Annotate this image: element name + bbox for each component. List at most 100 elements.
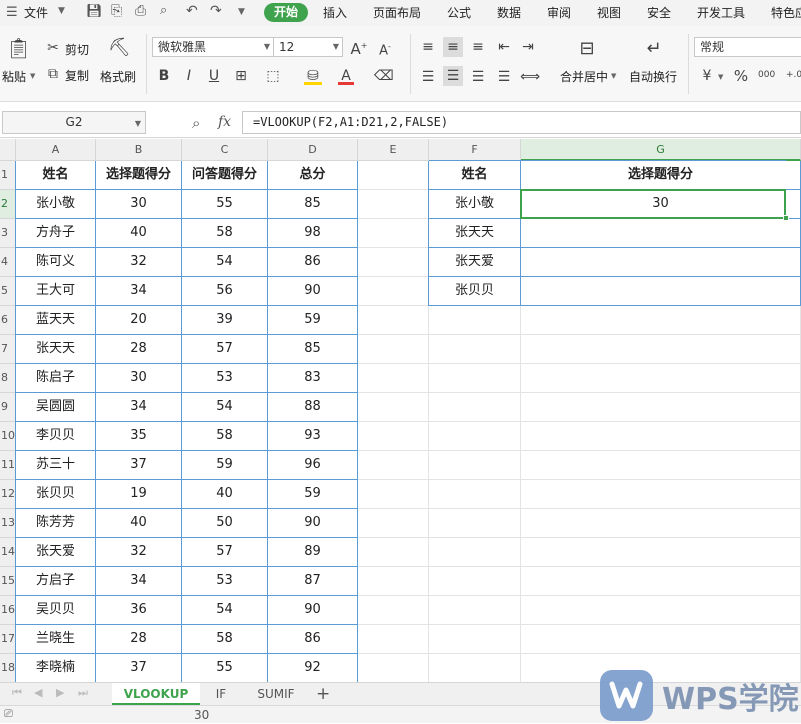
- chevron-down-icon[interactable]: ▼: [718, 73, 723, 81]
- next-sheet-icon[interactable]: ▶: [56, 686, 64, 699]
- cell-c5[interactable]: 56: [182, 277, 268, 306]
- row-header[interactable]: 2: [0, 190, 16, 219]
- underline-icon[interactable]: U: [206, 68, 222, 84]
- row-header[interactable]: 14: [0, 538, 16, 567]
- file-menu-icon[interactable]: ☰: [6, 5, 18, 20]
- decimal-increase-icon[interactable]: +.0: [786, 67, 801, 83]
- row-header[interactable]: 8: [0, 364, 16, 393]
- cell-f15[interactable]: [429, 567, 521, 596]
- row-header[interactable]: 6: [0, 306, 16, 335]
- cell-g9[interactable]: [521, 393, 801, 422]
- cell-d14[interactable]: 89: [268, 538, 358, 567]
- add-sheet-button[interactable]: +: [316, 683, 330, 705]
- tab-insert[interactable]: 插入: [323, 4, 347, 21]
- fx-icon[interactable]: fx: [218, 114, 231, 130]
- tab-home[interactable]: 开始: [264, 3, 308, 22]
- cell-d5[interactable]: 90: [268, 277, 358, 306]
- align-middle-icon[interactable]: ≡: [443, 37, 463, 57]
- undo-icon[interactable]: ↶: [186, 3, 198, 19]
- cell-g2[interactable]: 30: [521, 190, 801, 219]
- cell-b9[interactable]: 34: [96, 393, 182, 422]
- cell-f2[interactable]: 张小敬: [429, 190, 521, 219]
- cell-b6[interactable]: 20: [96, 306, 182, 335]
- zoom-search-icon[interactable]: ⌕: [192, 114, 200, 132]
- cell-d1[interactable]: 总分: [268, 161, 358, 190]
- row-header[interactable]: 3: [0, 219, 16, 248]
- border-icon[interactable]: ⊞: [232, 68, 250, 84]
- cell-d9[interactable]: 88: [268, 393, 358, 422]
- paste-button[interactable]: 📋︎ 粘贴 ▼: [2, 34, 36, 98]
- cell-c11[interactable]: 59: [182, 451, 268, 480]
- cell-e17[interactable]: [358, 625, 429, 654]
- cell-a17[interactable]: 兰晓生: [16, 625, 96, 654]
- cell-a5[interactable]: 王大可: [16, 277, 96, 306]
- cell-g14[interactable]: [521, 538, 801, 567]
- column-header-c[interactable]: C: [182, 139, 268, 161]
- column-header-f[interactable]: F: [429, 139, 521, 161]
- cell-f1[interactable]: 姓名: [429, 161, 521, 190]
- cell-d8[interactable]: 83: [268, 364, 358, 393]
- chevron-down-icon[interactable]: ▼: [238, 7, 245, 17]
- cell-g13[interactable]: [521, 509, 801, 538]
- column-header-e[interactable]: E: [358, 139, 429, 161]
- cell-g16[interactable]: [521, 596, 801, 625]
- cell-e7[interactable]: [358, 335, 429, 364]
- cell-d7[interactable]: 85: [268, 335, 358, 364]
- cell-d17[interactable]: 86: [268, 625, 358, 654]
- percent-icon[interactable]: %: [732, 68, 750, 84]
- cell-b13[interactable]: 40: [96, 509, 182, 538]
- cell-b4[interactable]: 32: [96, 248, 182, 277]
- cell-d3[interactable]: 98: [268, 219, 358, 248]
- row-header[interactable]: 4: [0, 248, 16, 277]
- row-header[interactable]: 7: [0, 335, 16, 364]
- fill-color-icon[interactable]: ⛁: [304, 68, 322, 85]
- cut-button[interactable]: ✂ 剪切: [46, 40, 96, 58]
- cell-g5[interactable]: [521, 277, 801, 306]
- cell-f13[interactable]: [429, 509, 521, 538]
- cell-a7[interactable]: 张天天: [16, 335, 96, 364]
- cell-b3[interactable]: 40: [96, 219, 182, 248]
- cell-g11[interactable]: [521, 451, 801, 480]
- distribute-icon[interactable]: ⟺: [520, 69, 540, 85]
- cell-c18[interactable]: 55: [182, 654, 268, 682]
- cell-c16[interactable]: 54: [182, 596, 268, 625]
- align-right-icon[interactable]: ☰: [470, 69, 486, 85]
- bold-icon[interactable]: B: [156, 68, 172, 84]
- cell-a10[interactable]: 李贝贝: [16, 422, 96, 451]
- print-preview-icon[interactable]: ⌕: [160, 3, 167, 18]
- cell-c8[interactable]: 53: [182, 364, 268, 393]
- row-header[interactable]: 15: [0, 567, 16, 596]
- cell-f3[interactable]: 张天天: [429, 219, 521, 248]
- cell-a16[interactable]: 吴贝贝: [16, 596, 96, 625]
- cell-g1[interactable]: 选择题得分: [521, 161, 801, 190]
- indent-increase-icon[interactable]: ⇥: [520, 39, 536, 55]
- tab-formulas[interactable]: 公式: [447, 4, 471, 21]
- cell-g7[interactable]: [521, 335, 801, 364]
- align-top-icon[interactable]: ≡: [420, 39, 436, 55]
- cell-d4[interactable]: 86: [268, 248, 358, 277]
- sheet-tab-vlookup[interactable]: VLOOKUP: [112, 683, 200, 705]
- cell-a4[interactable]: 陈可义: [16, 248, 96, 277]
- cell-b2[interactable]: 30: [96, 190, 182, 219]
- formula-input[interactable]: =VLOOKUP(F2,A1:D21,2,FALSE): [242, 111, 801, 134]
- cell-b8[interactable]: 30: [96, 364, 182, 393]
- cell-f14[interactable]: [429, 538, 521, 567]
- cell-a8[interactable]: 陈启子: [16, 364, 96, 393]
- row-header[interactable]: 9: [0, 393, 16, 422]
- cell-e2[interactable]: [358, 190, 429, 219]
- cell-e9[interactable]: [358, 393, 429, 422]
- font-name-select[interactable]: 微软雅黑 ▼: [152, 37, 274, 57]
- cell-f6[interactable]: [429, 306, 521, 335]
- cell-e4[interactable]: [358, 248, 429, 277]
- cell-c10[interactable]: 58: [182, 422, 268, 451]
- fill-handle[interactable]: [783, 215, 789, 221]
- tab-data[interactable]: 数据: [497, 4, 521, 21]
- cell-d13[interactable]: 90: [268, 509, 358, 538]
- cell-g8[interactable]: [521, 364, 801, 393]
- format-painter-button[interactable]: ⛏︎ 格式刷: [98, 34, 140, 98]
- cell-g10[interactable]: [521, 422, 801, 451]
- cell-b17[interactable]: 28: [96, 625, 182, 654]
- cell-d12[interactable]: 59: [268, 480, 358, 509]
- cell-b16[interactable]: 36: [96, 596, 182, 625]
- cell-a18[interactable]: 李晓楠: [16, 654, 96, 682]
